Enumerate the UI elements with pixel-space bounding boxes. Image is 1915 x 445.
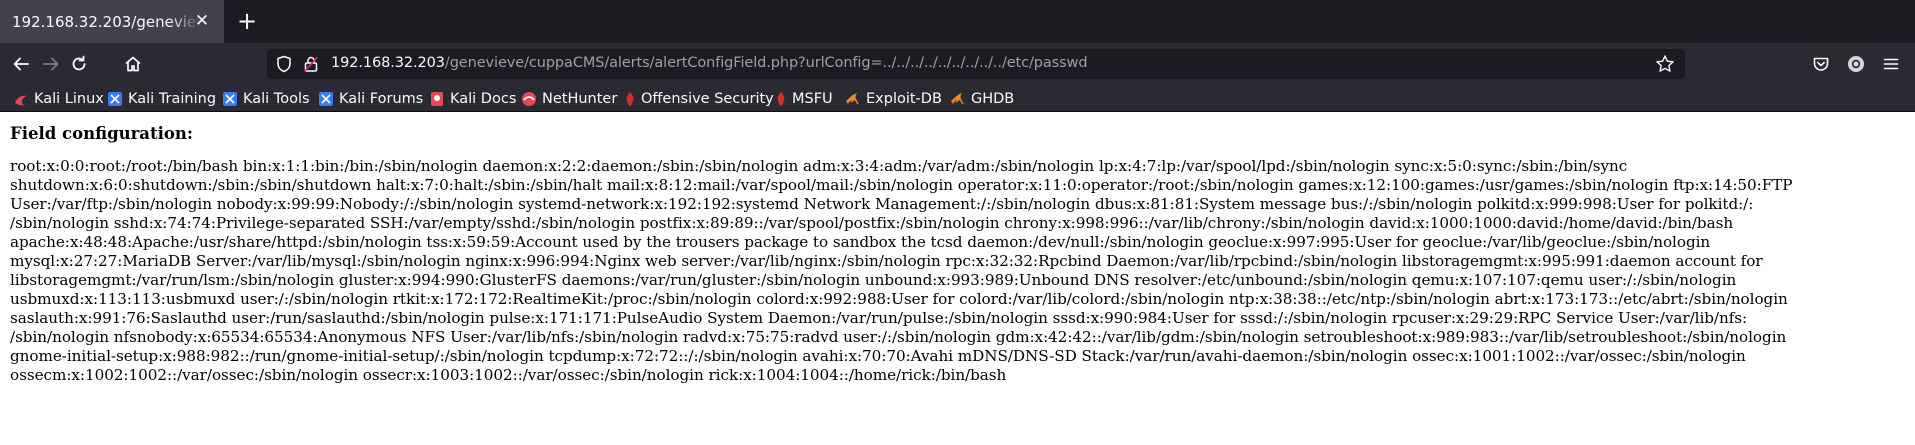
- navigation-toolbar: 192.168.32.203/genevieve/cuppaCMS/alerts…: [0, 43, 1915, 85]
- bookmark-nethunter[interactable]: NetHunter: [521, 89, 617, 109]
- bookmark-kali-forums[interactable]: Kali Forums: [318, 89, 423, 109]
- kali-tools-icon: [223, 92, 237, 106]
- ghdb-icon: [951, 93, 964, 105]
- tab-strip: 192.168.32.203/genevieve/cuppaCMS/alerts…: [0, 0, 1915, 43]
- passwd-line: gnome-initial-setup:x:988:982::/run/gnom…: [10, 347, 1746, 365]
- passwd-line: mysql:x:27:27:MariaDB Server:/var/lib/my…: [10, 252, 1763, 270]
- bookmark-label: Offensive Security: [641, 91, 774, 107]
- passwd-line: libstoragemgmt:/var/run/lsm:/sbin/nologi…: [10, 271, 1737, 289]
- passwd-line: apache:x:48:48:Apache:/usr/share/httpd:/…: [10, 233, 1711, 251]
- exploit-db-icon: [846, 93, 859, 105]
- kali-forums-icon: [319, 92, 333, 106]
- bookmark-ghdb[interactable]: GHDB: [950, 89, 1014, 109]
- url-host: 192.168.32.203: [331, 55, 445, 71]
- passwd-line: shutdown:x:6:0:shutdown:/sbin:/sbin/shut…: [10, 176, 1793, 194]
- bookmarks-toolbar: Kali Linux Kali Training Kali Tools Kali…: [0, 85, 1915, 112]
- forward-arrow-icon[interactable]: [39, 52, 63, 76]
- bookmark-label: MSFU: [792, 91, 833, 107]
- home-icon[interactable]: [121, 52, 145, 76]
- address-bar[interactable]: 192.168.32.203/genevieve/cuppaCMS/alerts…: [267, 49, 1685, 79]
- account-icon[interactable]: [1844, 52, 1868, 76]
- offsec-icon: [626, 92, 634, 106]
- bookmark-label: Kali Docs: [450, 91, 517, 107]
- kali-docs-icon: [431, 92, 443, 106]
- bookmark-label: Kali Linux: [34, 91, 104, 107]
- pocket-icon[interactable]: [1809, 52, 1833, 76]
- bookmark-kali-docs[interactable]: Kali Docs: [429, 89, 516, 109]
- url-text[interactable]: 192.168.32.203/genevieve/cuppaCMS/alerts…: [331, 55, 1088, 71]
- passwd-line: saslauth:x:991:76:Saslauthd user:/run/sa…: [10, 309, 1748, 327]
- bookmark-offensive-security[interactable]: Offensive Security: [624, 89, 774, 109]
- passwd-line: usbmuxd:x:113:113:usbmuxd user:/:/sbin/n…: [10, 290, 1788, 308]
- kali-dragon-icon: [15, 95, 27, 106]
- msfu-icon: [777, 92, 785, 106]
- bookmark-kali-training[interactable]: Kali Training: [107, 89, 216, 109]
- tab-current[interactable]: 192.168.32.203/genevieve/cuppaCMS/alerts…: [0, 0, 224, 43]
- nethunter-icon: [522, 92, 536, 106]
- bookmark-label: Kali Forums: [339, 91, 424, 107]
- close-tab-icon[interactable]: ✕: [192, 11, 212, 31]
- bookmark-kali-linux[interactable]: Kali Linux: [13, 89, 104, 109]
- bookmark-exploit-db[interactable]: Exploit-DB: [845, 89, 942, 109]
- passwd-line: User:/var/ftp:/sbin/nologin nobody:x:99:…: [10, 195, 1754, 213]
- passwd-file-output: root:x:0:0:root:/root:/bin/bash bin:x:1:…: [10, 157, 1910, 385]
- kali-training-icon: [108, 92, 122, 106]
- insecure-lock-icon[interactable]: [303, 55, 319, 77]
- bookmark-label: Kali Training: [128, 91, 217, 107]
- passwd-line: root:x:0:0:root:/root:/bin/bash bin:x:1:…: [10, 157, 1628, 175]
- bookmark-msfu[interactable]: MSFU: [775, 89, 833, 109]
- passwd-line: /sbin/nologin sshd:x:74:74:Privilege-sep…: [10, 214, 1734, 232]
- bookmark-star-icon[interactable]: [1655, 54, 1675, 78]
- field-configuration-heading: Field configuration:: [10, 124, 193, 143]
- tab-title: 192.168.32.203/genevieve/cuppaCMS/alerts…: [12, 12, 202, 31]
- url-path: /genevieve/cuppaCMS/alerts/alertConfigFi…: [444, 55, 1088, 71]
- new-tab-icon[interactable]: +: [234, 8, 260, 34]
- tracking-protection-shield-icon[interactable]: [276, 55, 292, 77]
- bookmark-label: NetHunter: [542, 91, 618, 107]
- passwd-line: ossecm:x:1002:1002::/var/ossec:/sbin/nol…: [10, 366, 1007, 384]
- passwd-line: /sbin/nologin nfsnobody:x:65534:65534:An…: [10, 328, 1787, 346]
- hamburger-menu-icon[interactable]: [1879, 52, 1903, 76]
- bookmark-label: Kali Tools: [243, 91, 310, 107]
- bookmark-kali-tools[interactable]: Kali Tools: [222, 89, 310, 109]
- bookmark-label: GHDB: [971, 91, 1015, 107]
- back-arrow-icon[interactable]: [9, 52, 33, 76]
- reload-icon[interactable]: [67, 52, 91, 76]
- bookmark-label: Exploit-DB: [866, 91, 942, 107]
